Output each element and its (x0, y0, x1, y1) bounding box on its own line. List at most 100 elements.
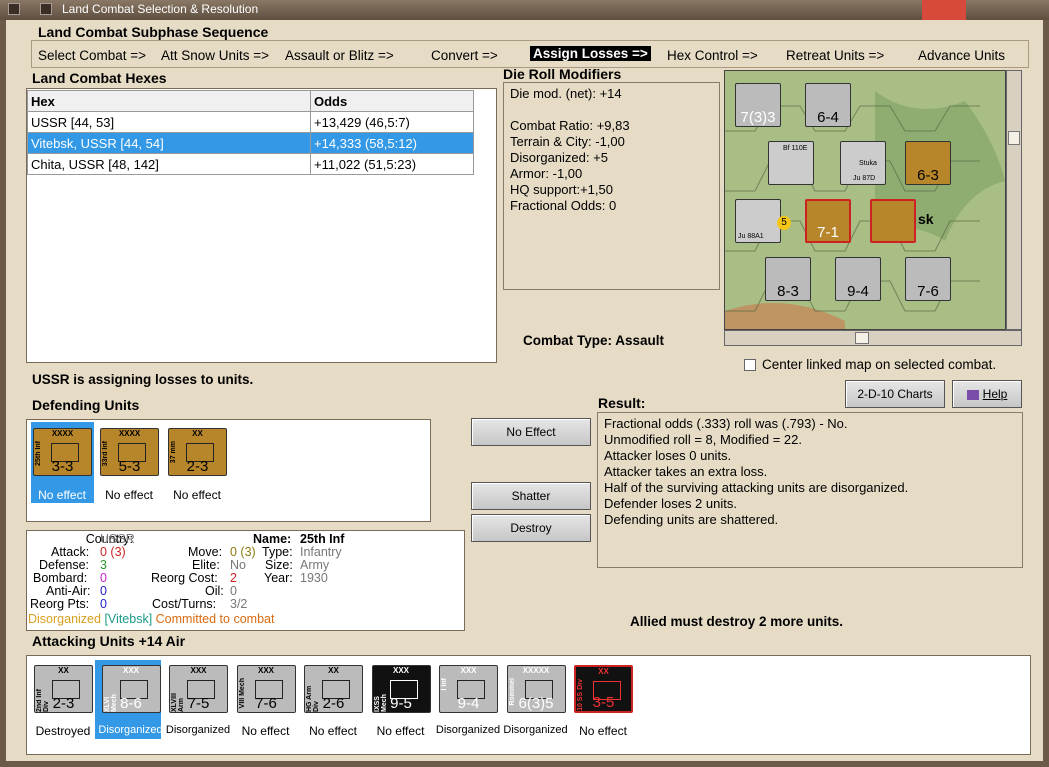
drm-lines: Die mod. (net): +14 Combat Ratio: +9,83 T… (510, 86, 630, 214)
drm-line: Combat Ratio: +9,83 (510, 118, 630, 133)
step-advance[interactable]: Advance Units (918, 48, 1005, 63)
reorg-cost-label: Reorg Cost: (151, 571, 218, 585)
defending-unit-counter[interactable]: XXXX 25th Inf 3-3 (33, 428, 92, 476)
map-counter-selected[interactable] (870, 199, 916, 243)
step-select-combat[interactable]: Select Combat => (38, 48, 146, 63)
map-counter[interactable]: 7-6 (905, 257, 951, 301)
drm-line: Fractional Odds: 0 (510, 198, 617, 213)
drm-line: Armor: -1,00 (510, 166, 583, 181)
charts-button[interactable]: 2-D-10 Charts (845, 380, 945, 408)
map-counter[interactable]: 8-3 (765, 257, 811, 301)
attacking-unit-counter[interactable]: XXX I Inf 9-4 (439, 665, 498, 713)
step-hex-control[interactable]: Hex Control => (667, 48, 758, 63)
map-vscroll-thumb[interactable] (1008, 131, 1020, 145)
map-counter[interactable]: 6-4 (805, 83, 851, 127)
map-counter-value: 6-3 (917, 167, 939, 184)
unit-value: 2-3 (52, 695, 75, 712)
unit-caption: Disorganized (98, 724, 163, 736)
map-counter[interactable]: 7(3)3 (735, 83, 781, 127)
hexes-table: Hex Odds USSR [44, 53] +13,429 (46,5:7) V… (27, 90, 474, 175)
air-counter[interactable]: Stuka Ju 87D (840, 141, 886, 185)
reorg-cost-value: 2 (230, 571, 237, 585)
result-line: Half of the surviving attacking units ar… (604, 480, 909, 495)
title-bar: Land Combat Selection & Resolution (0, 0, 1049, 20)
map-hscroll-thumb[interactable] (855, 332, 869, 344)
table-row[interactable]: Chita, USSR [48, 142] +11,022 (51,5:23) (27, 153, 474, 175)
shatter-button[interactable]: Shatter (471, 482, 591, 510)
hex-cell: Chita, USSR [48, 142] (27, 153, 311, 175)
air-counter[interactable]: Ju 88A1 (735, 199, 781, 243)
linked-map[interactable]: 7(3)3 6-4 6-3 7-1 8-3 9-4 7-6 Ju 88A1 Bf… (724, 70, 1006, 330)
attacking-unit-counter[interactable]: XXX XLVIII Arm 7-5 (169, 665, 228, 713)
col-odds[interactable]: Odds (310, 90, 474, 112)
name-value: 25th Inf (300, 532, 345, 546)
attack-value: 0 (3) (100, 545, 126, 559)
defending-unit-counter[interactable]: XXXX 33rd Inf 5-3 (100, 428, 159, 476)
map-horizontal-scrollbar[interactable] (724, 330, 1022, 346)
defending-unit-counter[interactable]: XX 37 mm 2-3 (168, 428, 227, 476)
unit-size: XXXX (51, 429, 74, 438)
attacking-unit-counter[interactable]: XXX IXSS Mech 9-5 (371, 665, 431, 713)
window-title: Land Combat Selection & Resolution (62, 2, 259, 16)
elite-label: Elite: (192, 558, 220, 572)
map-counter-value: 7-6 (917, 283, 939, 300)
attacking-unit-counter[interactable]: XXX VIII Mech 7-6 (236, 665, 296, 713)
unit-caption: No effect (105, 488, 153, 502)
restore-icon[interactable] (40, 3, 52, 15)
help-button[interactable]: Help (952, 380, 1022, 408)
close-button[interactable] (922, 0, 966, 20)
result-lines: Fractional odds (.333) roll was (.793) -… (604, 416, 908, 528)
subphase-title: Land Combat Subphase Sequence (38, 24, 269, 40)
table-row[interactable]: Vitebsk, USSR [44, 54] +14,333 (58,5:12) (27, 132, 474, 154)
step-att-snow[interactable]: Att Snow Units => (161, 48, 269, 63)
air-unit-label: Ju 88A1 (738, 233, 764, 240)
unit-caption: No effect (38, 488, 86, 502)
destroy-button[interactable]: Destroy (471, 514, 591, 542)
defense-label: Defense: (39, 558, 90, 572)
unit-size: XXX (122, 666, 139, 675)
drm-line: Terrain & City: -1,00 (510, 134, 625, 149)
attacking-unit-counter[interactable]: XX 10 SS Div 3-5 (574, 665, 633, 713)
center-map-label: Center linked map on selected combat. (762, 357, 997, 372)
drm-line: HQ support:+1,50 (510, 182, 613, 197)
step-convert[interactable]: Convert => (431, 48, 498, 63)
step-assign-losses[interactable]: Assign Losses => (530, 46, 651, 61)
attacking-unit-counter[interactable]: XXX XLVI Mech 8-6 (101, 665, 161, 713)
no-effect-button[interactable]: No Effect (471, 418, 591, 446)
table-row[interactable]: USSR [44, 53] +13,429 (46,5:7) (27, 111, 474, 133)
map-counter-selected[interactable]: 7-1 (805, 199, 851, 243)
map-counter-value: 8-3 (777, 283, 799, 300)
air-counter[interactable]: Bf 110E (768, 141, 814, 185)
status-location: [Vitebsk] (104, 612, 153, 626)
map-vertical-scrollbar[interactable] (1006, 70, 1022, 330)
drm-line: Die mod. (net): +14 (510, 86, 622, 101)
center-map-checkbox[interactable] (744, 359, 756, 371)
antiair-value: 0 (100, 584, 107, 598)
unit-value: 8-6 (120, 695, 142, 712)
unit-caption: Disorganized (503, 724, 568, 736)
allied-message: Allied must destroy 2 more units. (630, 614, 844, 629)
step-assault-blitz[interactable]: Assault or Blitz => (285, 48, 394, 63)
attacking-unit-counter[interactable]: XX 2nd Inf Div 2-3 (34, 665, 93, 713)
map-counter[interactable]: 6-3 (905, 141, 951, 185)
col-hex[interactable]: Hex (27, 90, 311, 112)
result-line: Attacker takes an extra loss. (604, 464, 768, 479)
attacking-unit-counter[interactable]: XX HG Arm Div 2-6 (304, 665, 363, 713)
map-counter-value: 9-4 (847, 283, 869, 300)
map-counter[interactable]: 9-4 (835, 257, 881, 301)
result-title: Result: (598, 395, 646, 411)
unit-caption: No effect (173, 488, 221, 502)
hexes-title: Land Combat Hexes (32, 70, 167, 86)
attack-label: Attack: (51, 545, 90, 559)
window-menu-icon[interactable] (8, 3, 20, 15)
type-value: Infantry (300, 545, 342, 559)
unit-caption: No effect (376, 724, 425, 738)
unit-caption: No effect (579, 724, 627, 738)
defending-title: Defending Units (32, 397, 140, 413)
attacking-unit-counter[interactable]: XXXXX Rommel 6(3)5 (506, 665, 566, 713)
map-counter-value: 6-4 (817, 109, 839, 126)
step-retreat[interactable]: Retreat Units => (786, 48, 884, 63)
unit-value: 6(3)5 (518, 695, 554, 712)
defense-value: 3 (100, 558, 107, 572)
unit-value: 9-5 (390, 695, 412, 712)
